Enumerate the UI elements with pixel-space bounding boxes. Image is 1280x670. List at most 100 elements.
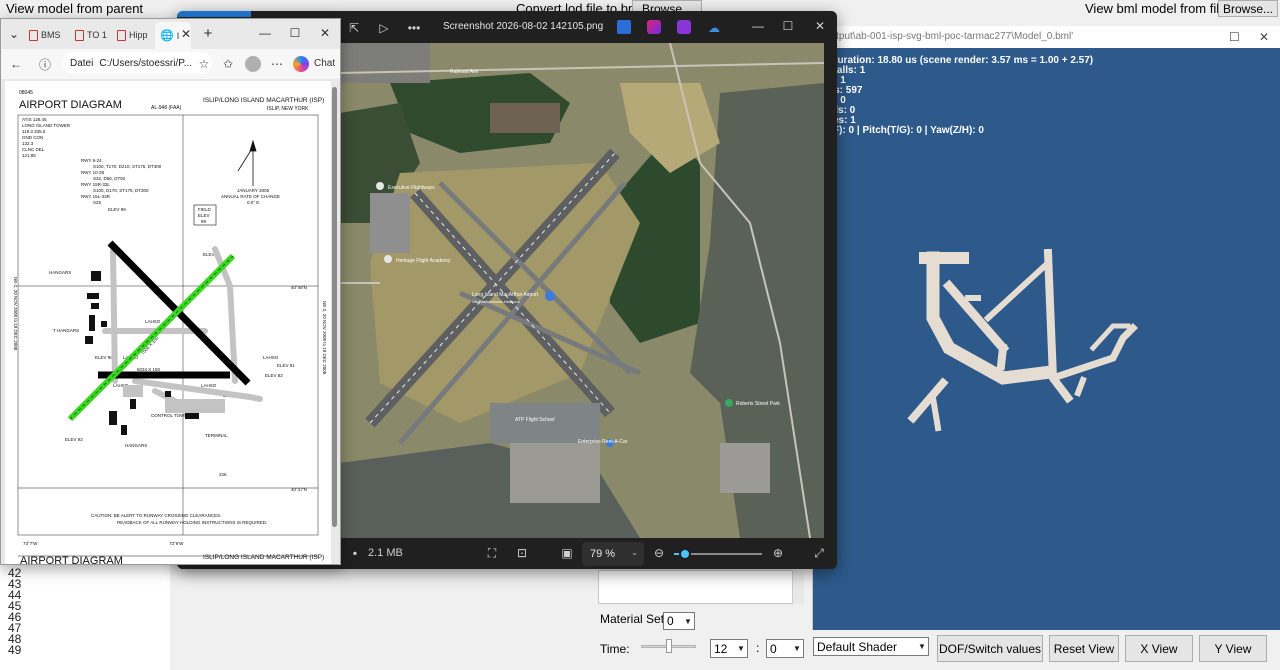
runway-info: RWY 10-28: [81, 170, 105, 175]
properties-list[interactable]: [598, 570, 804, 604]
fit-icon[interactable]: ⛶: [484, 545, 500, 561]
properties-scrollbar[interactable]: [792, 570, 804, 604]
shader-select[interactable]: Default Shader ▼: [813, 637, 929, 656]
map-label-executive: Executive Flightways: [388, 185, 435, 191]
elev-label: ELEV 99: [108, 207, 126, 212]
tab-label: TO 1: [87, 30, 107, 40]
view-model-from-parent-label: View model from parent: [6, 1, 144, 16]
tab-to[interactable]: TO 1: [75, 23, 113, 47]
x-view-button[interactable]: X View: [1125, 635, 1193, 662]
pdf-viewer[interactable]: 08045 AIRPORT DIAGRAM AL-948 (FAA) ISLIP…: [1, 79, 340, 564]
time-slider-thumb[interactable]: [666, 639, 672, 653]
tab-bms[interactable]: BMS: [29, 23, 69, 47]
maximize-icon[interactable]: ☐: [779, 17, 797, 35]
tarmac-model: [907, 248, 1138, 432]
chat-label[interactable]: Chat: [314, 58, 335, 69]
map-label-enterprise: Enterprise Rent-A-Car: [578, 439, 628, 445]
model-viewport[interactable]: y duration: 18.80 us (scene render: 3.57…: [813, 48, 1280, 630]
elev-label: ELEV 82: [265, 373, 283, 378]
new-tab-icon[interactable]: +: [201, 25, 215, 42]
actual-size-icon[interactable]: ⊡: [514, 545, 530, 561]
tab-hipp[interactable]: Hipp: [117, 23, 155, 47]
runway-info: S100, D170, ST175, DT300: [93, 188, 149, 193]
image-icon[interactable]: ▣: [559, 545, 575, 561]
favorites-icon[interactable]: ✩: [220, 56, 236, 72]
bml-browse-button[interactable]: Browse...: [1218, 0, 1278, 17]
pdf-scroll-thumb[interactable]: [332, 87, 337, 527]
fullscreen-icon[interactable]: ⤢: [811, 545, 827, 561]
minimize-icon[interactable]: —: [257, 25, 273, 41]
freq-line: 132.3: [22, 141, 34, 146]
dof-switch-button[interactable]: DOF/Switch values: [937, 635, 1043, 662]
file-size: 2.1 MB: [368, 547, 403, 559]
close-tab-icon[interactable]: ✕: [179, 27, 193, 41]
satellite-image[interactable]: Executive Flightways Heritage Flight Aca…: [340, 43, 824, 538]
footer-airport: ISLIP/LONG ISLAND MACARTHUR (ISP): [203, 554, 325, 561]
spot-elev: 226: [219, 472, 227, 477]
info-icon[interactable]: ⓘ: [37, 56, 53, 72]
clipchamp-app-icon[interactable]: [677, 20, 691, 34]
slideshow-icon[interactable]: ▷: [375, 19, 393, 37]
back-icon[interactable]: ←: [8, 56, 24, 72]
photos-file-title: Screenshot 2026-08-02 142105.png: [443, 21, 604, 32]
al-code: AL-948 (FAA): [151, 105, 182, 111]
edit-app-icon[interactable]: [617, 20, 631, 34]
material-set-value: 0: [667, 614, 674, 628]
minimize-icon[interactable]: —: [749, 17, 767, 35]
maximize-icon[interactable]: ☐: [1229, 26, 1240, 48]
chevron-down-icon: ▼: [684, 616, 692, 626]
time-minute-select[interactable]: 0 ▼: [766, 639, 804, 658]
y-view-button[interactable]: Y View: [1199, 635, 1267, 662]
t-hangars-label: T HANGARS: [53, 328, 79, 333]
zoom-out-icon[interactable]: ⊖: [651, 545, 667, 561]
zoom-in-icon[interactable]: ⊕: [770, 545, 786, 561]
more-icon[interactable]: ⋯: [269, 56, 285, 72]
readback-note: READBACK OF ALL RUNWAY HOLDING INSTRUCTI…: [117, 520, 267, 525]
pdf-icon: [117, 29, 126, 41]
tab-actions-chevron-icon[interactable]: ⌄: [7, 27, 21, 41]
elev-label: ELEV 81: [277, 363, 295, 368]
field-elev: ELEV: [198, 213, 210, 218]
variation-date: JANUARY 2005: [237, 188, 270, 193]
avatar[interactable]: [245, 56, 261, 72]
airport-diagram: 08045 AIRPORT DIAGRAM AL-948 (FAA) ISLIP…: [13, 90, 327, 557]
globe-icon: 🌐: [160, 30, 174, 42]
address-bar-row: ← ⓘ Datei C:/Users/stoessri/P... ☆ ✩ ⋯ C…: [1, 49, 340, 79]
copilot-icon[interactable]: [293, 56, 309, 72]
accent-strip: [177, 11, 251, 17]
onedrive-icon[interactable]: ☁: [705, 19, 723, 37]
more-options-icon[interactable]: •••: [405, 19, 423, 37]
field-elev: FIELD: [198, 207, 212, 212]
view-bml-from-file-label: View bml model from file:: [1085, 1, 1230, 16]
freq-line: GND CON: [22, 135, 43, 140]
pdf-scrollbar[interactable]: [331, 87, 338, 557]
line-number: 47: [8, 621, 22, 635]
runway-dim: 5034 X 150: [137, 367, 161, 372]
variation-text: ANNUAL RATE OF CHANGE: [221, 194, 280, 199]
line-number: 48: [8, 632, 22, 646]
close-icon[interactable]: ✕: [1259, 26, 1269, 48]
address-field[interactable]: Datei C:/Users/stoessri/P...: [62, 52, 212, 74]
map-label-airport: Long Island MacArthur Airport: [472, 292, 539, 298]
save-icon: ▪: [352, 546, 358, 560]
time-separator: :: [756, 641, 760, 655]
zoom-dropdown[interactable]: 79 % ⌄: [582, 542, 644, 566]
line-number: 49: [8, 643, 22, 657]
share-icon[interactable]: ⇱: [345, 19, 363, 37]
close-icon[interactable]: ✕: [317, 25, 333, 41]
material-set-select[interactable]: 0 ▼: [663, 612, 695, 630]
model-viewer-titlebar: output\ab-001-isp-svg-bml-poc-tarmac277\…: [813, 26, 1280, 48]
favorite-star-icon[interactable]: ☆: [196, 56, 212, 72]
time-hour-select[interactable]: 12 ▼: [710, 639, 748, 658]
reset-view-button[interactable]: Reset View: [1049, 635, 1119, 662]
tab-label: Hipp: [129, 30, 148, 40]
line-number: 44: [8, 588, 22, 602]
designer-app-icon[interactable]: [647, 20, 661, 34]
variation-value: 0.0° E: [247, 200, 259, 205]
longitude-label: 73°6'W: [169, 541, 184, 546]
chart-title: AIRPORT DIAGRAM: [19, 99, 122, 111]
pdf-icon: [75, 29, 84, 41]
zoom-slider-thumb[interactable]: [678, 548, 691, 560]
maximize-icon[interactable]: ☐: [287, 25, 303, 41]
close-icon[interactable]: ✕: [811, 17, 829, 35]
